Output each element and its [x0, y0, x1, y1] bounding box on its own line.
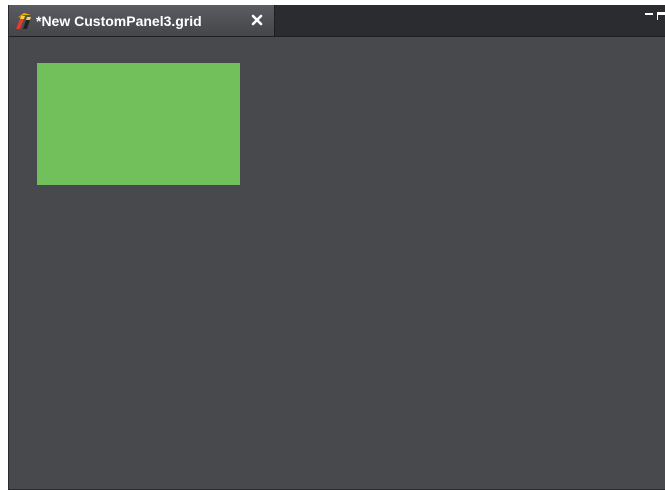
minimize-icon[interactable]: [645, 13, 653, 15]
green-rectangle-widget[interactable]: [37, 63, 240, 185]
editor-window: *New CustomPanel3.grid: [8, 5, 665, 490]
maximize-icon[interactable]: [657, 12, 665, 20]
tab-title: *New CustomPanel3.grid: [36, 13, 202, 29]
close-icon[interactable]: [249, 12, 265, 28]
tab-bar: *New CustomPanel3.grid: [9, 5, 665, 37]
tab-custompanel3-grid[interactable]: *New CustomPanel3.grid: [9, 5, 275, 36]
grid-editor-icon: [15, 12, 33, 30]
design-canvas[interactable]: [9, 37, 665, 489]
window-controls: [631, 9, 665, 23]
